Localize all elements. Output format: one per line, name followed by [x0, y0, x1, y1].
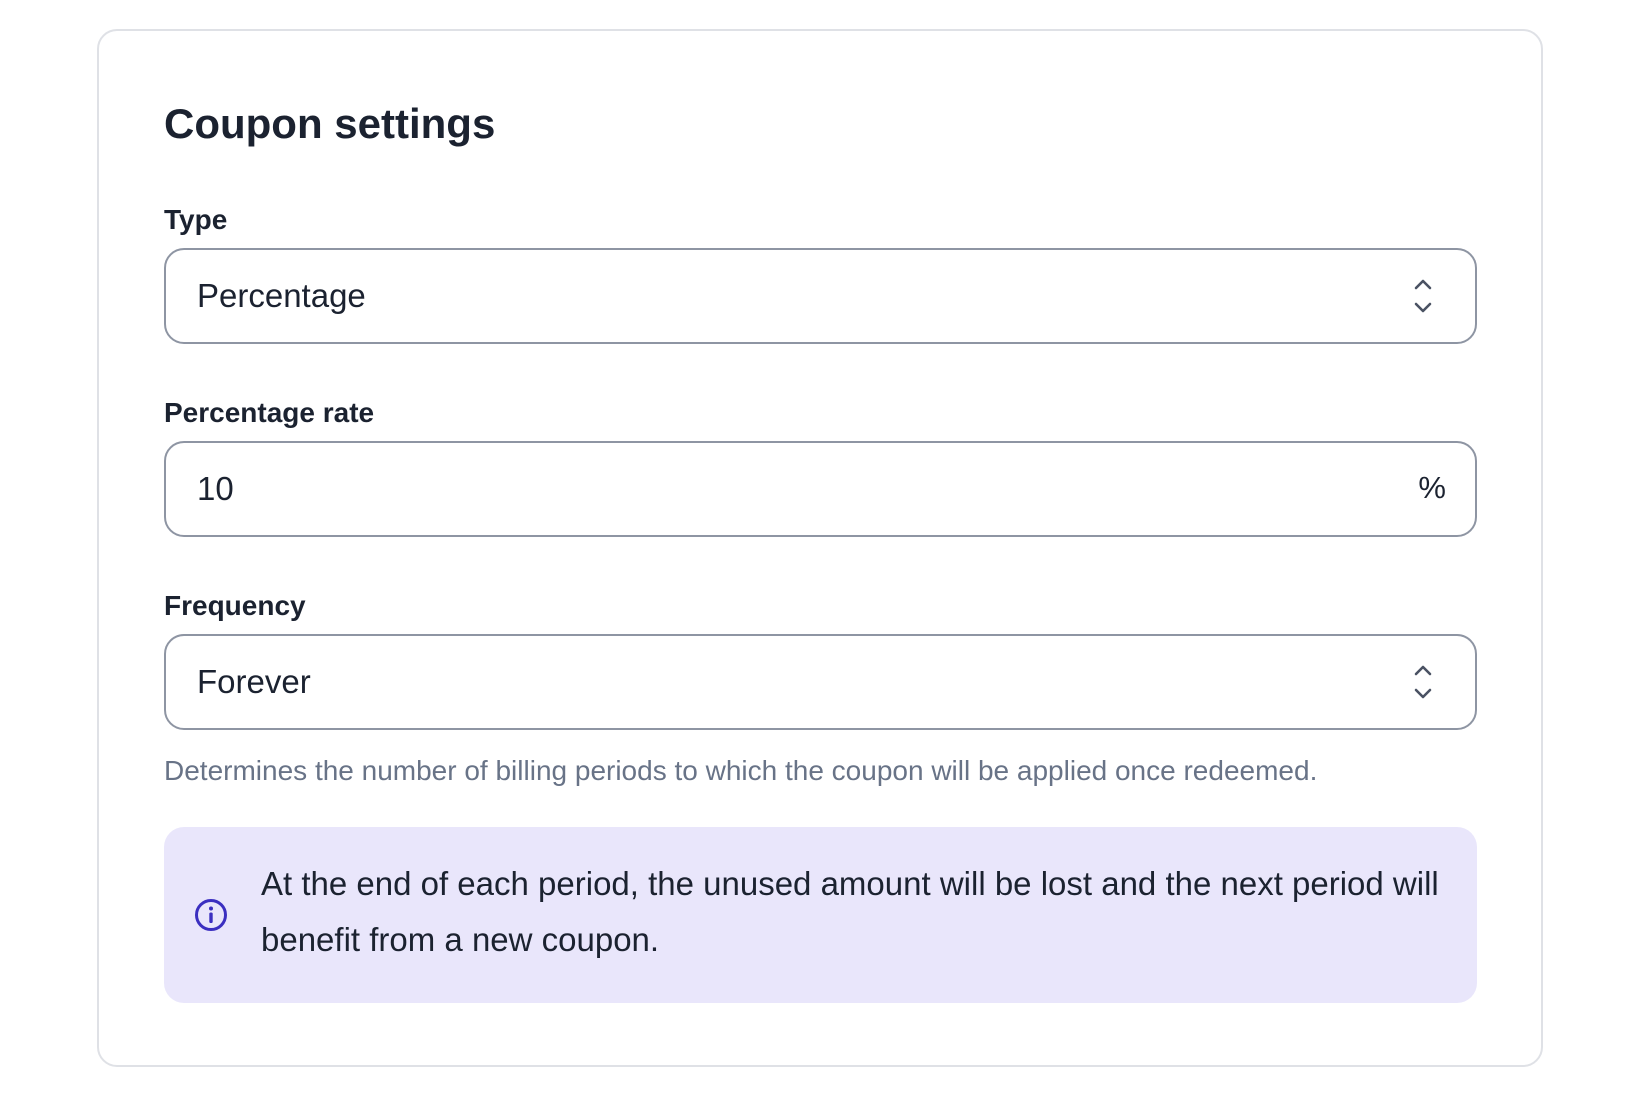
info-banner: At the end of each period, the unused am… [164, 827, 1477, 1003]
frequency-help-text: Determines the number of billing periods… [164, 755, 1318, 786]
percentage-rate-label: Percentage rate [164, 397, 375, 428]
percentage-rate-value: 10 [197, 470, 234, 507]
frequency-select[interactable]: Forever [164, 634, 1477, 730]
chevron-up-down-icon [1414, 665, 1432, 699]
card-title: Coupon settings [164, 100, 496, 147]
info-icon [195, 899, 227, 931]
frequency-select-value: Forever [197, 663, 311, 700]
coupon-settings-card: Coupon settings Type Percentage Percenta… [97, 29, 1543, 1067]
type-select[interactable]: Percentage [164, 248, 1477, 344]
percent-suffix: % [1418, 470, 1446, 505]
chevron-up-down-icon [1414, 279, 1432, 313]
info-banner-text: At the end of each period, the unused am… [261, 865, 1439, 958]
type-label: Type [164, 204, 228, 235]
type-select-value: Percentage [197, 277, 366, 314]
percentage-rate-input[interactable]: 10 % [164, 441, 1477, 537]
frequency-label: Frequency [164, 590, 306, 621]
